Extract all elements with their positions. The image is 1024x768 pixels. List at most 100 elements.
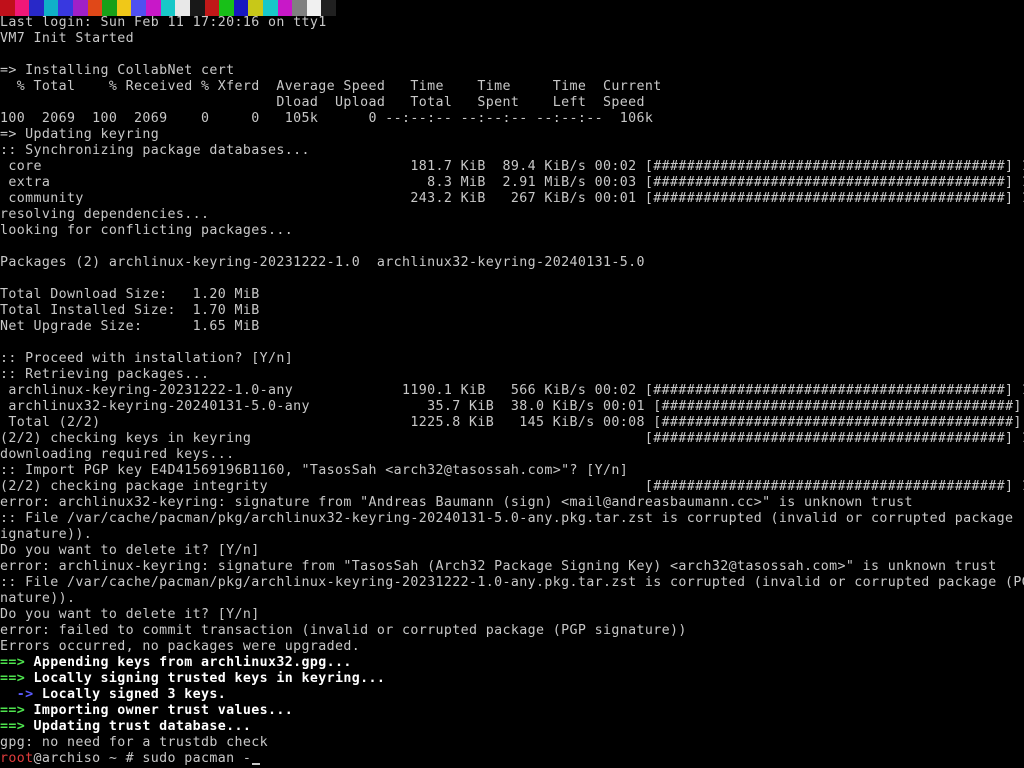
terminal-line: resolving dependencies... xyxy=(0,207,1024,223)
terminal-line: (2/2) checking keys in keyring [########… xyxy=(0,431,1024,447)
terminal-line: :: File /var/cache/pacman/pkg/archlinux3… xyxy=(0,511,1024,527)
terminal-output: Last login: Sun Feb 11 17:20:16 on tty1 V… xyxy=(0,15,1024,767)
line-text: :: Import PGP key E4D41569196B1160, "Tas… xyxy=(0,463,629,478)
terminal-line: nature)). xyxy=(0,591,1024,607)
color-strip-block xyxy=(116,0,132,16)
color-strip-block xyxy=(43,0,59,16)
line-text: error: archlinux-keyring: signature from… xyxy=(0,559,997,574)
line-text: (2/2) checking package integrity [######… xyxy=(0,479,1024,494)
line-text: -> xyxy=(0,687,34,702)
line-text: archlinux32-keyring-20240131-5.0-any 35.… xyxy=(0,399,1024,414)
line-text: Locally signing trusted keys in keyring.… xyxy=(25,671,386,686)
line-text: ==> xyxy=(0,671,26,686)
line-text: archlinux-keyring-20231222-1.0-any 1190.… xyxy=(0,383,1024,398)
color-strip-block xyxy=(73,0,88,16)
terminal-line: -> Locally signed 3 keys. xyxy=(0,687,1024,703)
color-strip-block xyxy=(189,0,205,16)
line-text: :: Synchronizing package databases... xyxy=(0,143,310,158)
line-text: downloading required keys... xyxy=(0,447,235,462)
terminal-line: community 243.2 KiB 267 KiB/s 00:01 [###… xyxy=(0,191,1024,207)
terminal-line: :: Synchronizing package databases... xyxy=(0,143,1024,159)
line-text: Net Upgrade Size: 1.65 MiB xyxy=(0,319,260,334)
terminal-line: archlinux-keyring-20231222-1.0-any 1190.… xyxy=(0,383,1024,399)
terminal-line: ==> Locally signing trusted keys in keyr… xyxy=(0,671,1024,687)
terminal-line: error: failed to commit transaction (inv… xyxy=(0,623,1024,639)
terminal-line: => Installing CollabNet cert xyxy=(0,63,1024,79)
color-strip-block xyxy=(29,0,44,16)
terminal-line: :: File /var/cache/pacman/pkg/archlinux-… xyxy=(0,575,1024,591)
terminal-line: VM7 Init Started xyxy=(0,31,1024,47)
line-text: :: Retrieving packages... xyxy=(0,367,210,382)
terminal-line: 100 2069 100 2069 0 0 105k 0 --:--:-- --… xyxy=(0,111,1024,127)
color-strip-block xyxy=(204,0,220,16)
color-strip-block xyxy=(277,0,293,16)
line-text: :: Proceed with installation? [Y/n] xyxy=(0,351,294,366)
color-strip-block xyxy=(0,0,15,16)
terminal-line: Total (2/2) 1225.8 KiB 145 KiB/s 00:08 [… xyxy=(0,415,1024,431)
color-strip-block xyxy=(102,0,117,16)
line-text: Last login: Sun Feb 11 17:20:16 on tty1 xyxy=(0,15,327,30)
line-text: VM7 Init Started xyxy=(0,31,135,46)
terminal-line: :: Proceed with installation? [Y/n] xyxy=(0,351,1024,367)
line-text: resolving dependencies... xyxy=(0,207,210,222)
line-text: @archiso ~ # sudo pacman - xyxy=(33,751,252,766)
color-strip-block xyxy=(306,0,322,16)
terminal-line: ==> Updating trust database... xyxy=(0,719,1024,735)
line-text: Importing owner trust values... xyxy=(25,703,294,718)
line-text: extra 8.3 MiB 2.91 MiB/s 00:03 [########… xyxy=(0,175,1024,190)
color-strip-block xyxy=(233,0,249,16)
terminal-line: gpg: no need for a trustdb check xyxy=(0,735,1024,751)
line-text: Do you want to delete it? [Y/n] xyxy=(0,607,260,622)
color-strip-block xyxy=(131,0,147,16)
terminal-line: extra 8.3 MiB 2.91 MiB/s 00:03 [########… xyxy=(0,175,1024,191)
line-text: Total Download Size: 1.20 MiB xyxy=(0,287,260,302)
terminal-line: downloading required keys... xyxy=(0,447,1024,463)
color-strip-block xyxy=(146,0,161,16)
line-text: 100 2069 100 2069 0 0 105k 0 --:--:-- --… xyxy=(0,111,654,126)
line-text: ==> xyxy=(0,655,26,670)
terminal-line: Do you want to delete it? [Y/n] xyxy=(0,607,1024,623)
color-strip xyxy=(0,0,337,16)
color-strip-block xyxy=(248,0,263,16)
terminal-line: Dload Upload Total Spent Left Speed xyxy=(0,95,1024,111)
line-text: % Total % Received % Xferd Average Speed… xyxy=(0,79,662,94)
color-strip-block xyxy=(321,0,337,16)
terminal-line: archlinux32-keyring-20240131-5.0-any 35.… xyxy=(0,399,1024,415)
terminal-line: % Total % Received % Xferd Average Speed… xyxy=(0,79,1024,95)
line-text: => Installing CollabNet cert xyxy=(0,63,235,78)
text-cursor xyxy=(252,763,261,765)
terminal-line: Errors occurred, no packages were upgrad… xyxy=(0,639,1024,655)
terminal-line: Total Download Size: 1.20 MiB xyxy=(0,287,1024,303)
prompt-line[interactable]: root@archiso ~ # sudo pacman - xyxy=(0,751,1024,767)
line-text: Appending keys from archlinux32.gpg... xyxy=(25,655,352,670)
line-text: core 181.7 KiB 89.4 KiB/s 00:02 [#######… xyxy=(0,159,1024,174)
terminal-screen[interactable]: Last login: Sun Feb 11 17:20:16 on tty1 V… xyxy=(0,0,1024,768)
terminal-line: Do you want to delete it? [Y/n] xyxy=(0,543,1024,559)
line-text: Total Installed Size: 1.70 MiB xyxy=(0,303,260,318)
color-strip-block xyxy=(14,0,30,16)
color-strip-block xyxy=(58,0,74,16)
line-text: => Updating keyring xyxy=(0,127,160,142)
terminal-line: Packages (2) archlinux-keyring-20231222-… xyxy=(0,255,1024,271)
line-text: Locally signed 3 keys. xyxy=(33,687,227,702)
terminal-line: core 181.7 KiB 89.4 KiB/s 00:02 [#######… xyxy=(0,159,1024,175)
terminal-line: ==> Importing owner trust values... xyxy=(0,703,1024,719)
color-strip-block xyxy=(292,0,307,16)
terminal-line: ==> Appending keys from archlinux32.gpg.… xyxy=(0,655,1024,671)
color-strip-block xyxy=(175,0,190,16)
line-text: Updating trust database... xyxy=(25,719,252,734)
line-text: root xyxy=(0,751,34,766)
color-strip-block xyxy=(262,0,278,16)
terminal-line: ignature)). xyxy=(0,527,1024,543)
color-strip-block xyxy=(160,0,176,16)
terminal-line: :: Retrieving packages... xyxy=(0,367,1024,383)
line-text: nature)). xyxy=(0,591,76,606)
terminal-line: => Updating keyring xyxy=(0,127,1024,143)
line-text: Total (2/2) 1225.8 KiB 145 KiB/s 00:08 [… xyxy=(0,415,1024,430)
terminal-line: Total Installed Size: 1.70 MiB xyxy=(0,303,1024,319)
terminal-line: error: archlinux-keyring: signature from… xyxy=(0,559,1024,575)
